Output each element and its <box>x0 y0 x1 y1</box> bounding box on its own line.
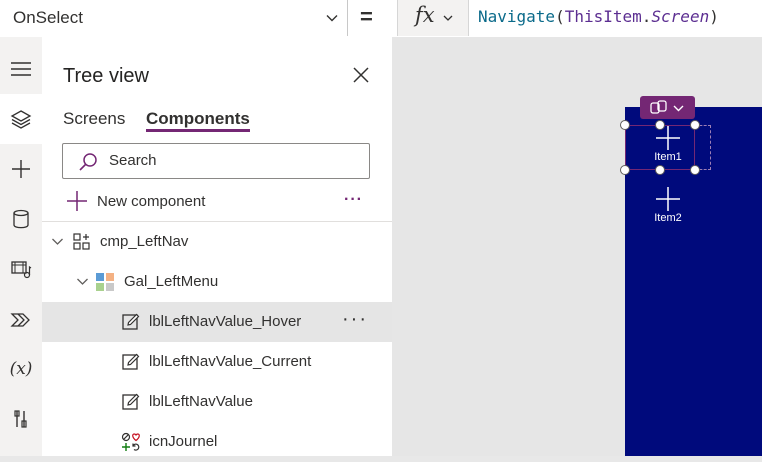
tree-view-panel: Tree view Screens Components New compone… <box>42 37 392 456</box>
tree-item-gal-leftmenu[interactable]: Gal_LeftMenu <box>42 262 392 302</box>
search-icon <box>79 153 97 171</box>
tree-item-label: cmp_LeftNav <box>100 233 189 250</box>
hamburger-icon <box>11 62 31 76</box>
new-component-button[interactable]: New component <box>66 189 205 213</box>
power-automate-button[interactable] <box>0 294 42 344</box>
equals-sign: = <box>360 4 373 29</box>
tree-item-label: lblLeftNavValue_Current <box>149 353 312 370</box>
tools-icon <box>14 410 27 428</box>
tree-item-lblleftnavvalue-hover[interactable]: lblLeftNavValue_Hover ··· <box>42 302 392 342</box>
plus-icon <box>656 187 680 211</box>
tab-components[interactable]: Components <box>146 109 250 129</box>
icons-icon <box>121 432 140 451</box>
nav-item-2[interactable]: Item2 <box>638 186 698 224</box>
resize-handle[interactable] <box>655 165 665 175</box>
nav-item-1[interactable]: Item1 <box>638 125 698 163</box>
component-icon <box>73 233 90 250</box>
new-component-label: New component <box>97 192 206 210</box>
left-rail: (x) <box>0 37 43 456</box>
nav-item-label: Item1 <box>654 151 682 163</box>
search-input[interactable] <box>107 151 361 170</box>
insert-button[interactable] <box>0 144 42 194</box>
label-edit-icon <box>122 313 140 330</box>
formula-editor[interactable]: Navigate(ThisItem.Screen) <box>478 7 719 26</box>
formula-dot: . <box>641 7 652 26</box>
resize-handle[interactable] <box>690 165 700 175</box>
tree-item-label: icnJournel <box>149 433 218 450</box>
chevron-down-icon[interactable] <box>51 235 64 248</box>
chevron-down-icon <box>326 15 338 22</box>
close-icon[interactable] <box>352 66 370 84</box>
menu-button[interactable] <box>0 44 42 94</box>
panel-title: Tree view <box>63 65 149 87</box>
plus-icon <box>67 191 87 211</box>
fx-button[interactable]: fx <box>397 0 469 36</box>
data-button[interactable] <box>0 194 42 244</box>
chevron-down-icon <box>443 15 453 21</box>
power-automate-icon <box>10 313 30 327</box>
copilot-icon <box>650 100 667 114</box>
chevron-down-icon <box>673 105 684 112</box>
property-dropdown[interactable]: OnSelect <box>0 0 348 36</box>
tools-button[interactable] <box>0 394 42 444</box>
formula-paren-close: ) <box>709 7 719 26</box>
fx-icon: fx <box>415 3 435 27</box>
formula-bar: OnSelect = fx Navigate(ThisItem.Screen) <box>0 0 762 38</box>
plus-icon <box>12 160 30 178</box>
formula-paren-open: ( <box>555 7 565 26</box>
formula-property: Screen <box>651 7 710 26</box>
component-badge[interactable] <box>640 96 695 119</box>
resize-handle[interactable] <box>620 120 630 130</box>
formula-object: ThisItem <box>564 7 642 26</box>
active-tab-indicator <box>146 129 250 132</box>
more-options-button[interactable]: ··· <box>344 191 363 209</box>
variables-icon: (x) <box>9 359 33 379</box>
formula-function: Navigate <box>478 7 556 26</box>
tree-item-label: Gal_LeftMenu <box>124 273 219 290</box>
tree-item-label: lblLeftNavValue <box>149 393 253 410</box>
label-edit-icon <box>122 393 140 410</box>
tree-item-cmp-leftnav[interactable]: cmp_LeftNav <box>42 222 392 262</box>
tree-item-icnjournel[interactable]: icnJournel <box>42 422 392 462</box>
resize-handle[interactable] <box>690 120 700 130</box>
nav-item-label: Item2 <box>654 212 682 224</box>
row-more-options-button[interactable]: ··· <box>342 308 368 331</box>
design-canvas[interactable]: Item1 Item2 <box>392 37 762 456</box>
tree-item-label: lblLeftNavValue_Hover <box>149 313 302 330</box>
media-icon <box>11 261 32 279</box>
search-box[interactable] <box>62 143 370 179</box>
layers-icon <box>10 110 32 129</box>
resize-handle[interactable] <box>620 165 630 175</box>
label-edit-icon <box>122 353 140 370</box>
tab-screens[interactable]: Screens <box>63 109 125 129</box>
gallery-icon <box>96 273 114 291</box>
property-value: OnSelect <box>13 8 83 27</box>
database-icon <box>13 209 29 229</box>
tree-item-lblleftnavvalue[interactable]: lblLeftNavValue <box>42 382 392 422</box>
media-button[interactable] <box>0 244 42 294</box>
resize-handle[interactable] <box>655 120 665 130</box>
tree-view-button[interactable] <box>0 94 42 144</box>
tree-item-lblleftnavvalue-current[interactable]: lblLeftNavValue_Current <box>42 342 392 382</box>
variables-button[interactable]: (x) <box>0 344 42 394</box>
chevron-down-icon[interactable] <box>76 275 89 288</box>
